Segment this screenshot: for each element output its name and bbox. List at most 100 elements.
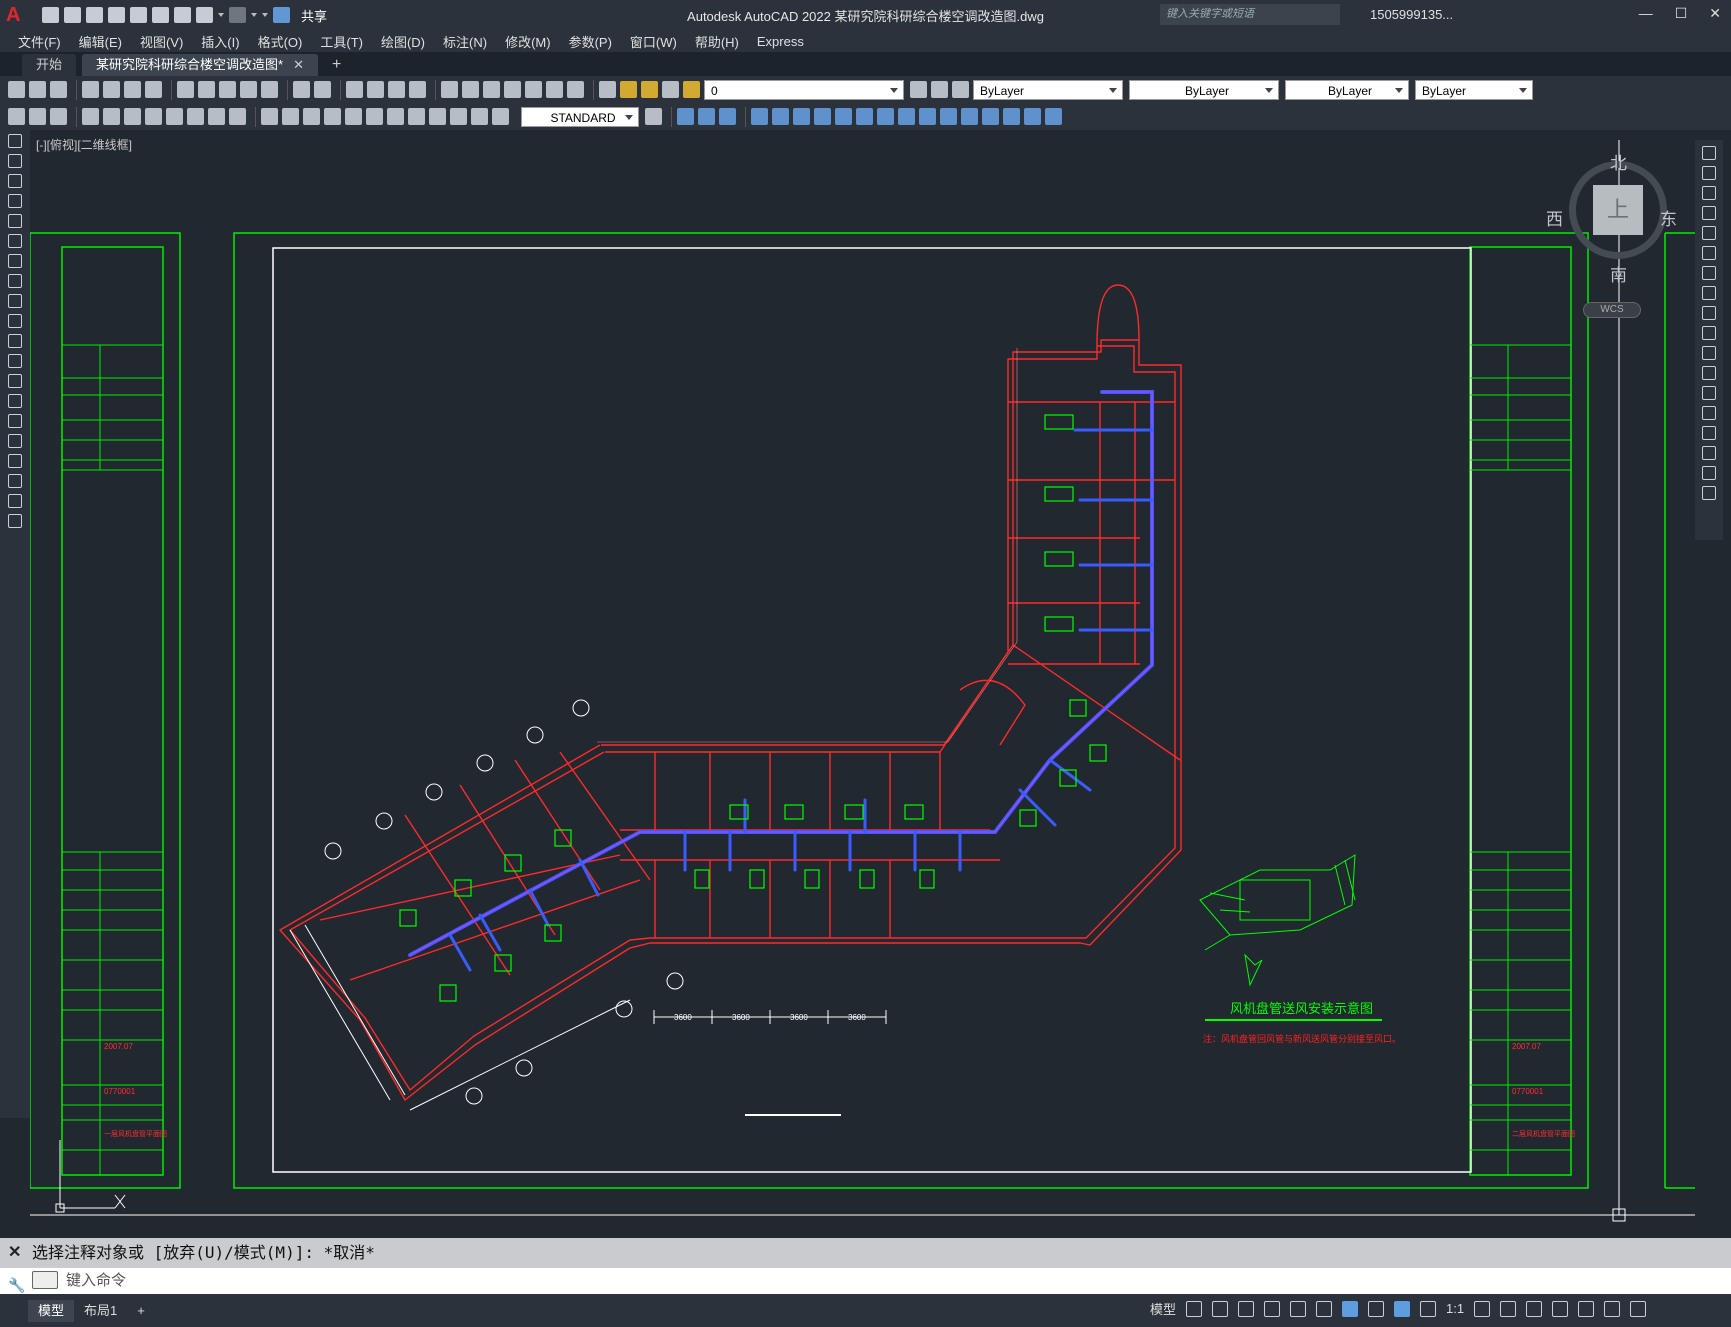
save-as-icon[interactable]	[108, 7, 125, 23]
region-icon[interactable]	[8, 454, 22, 468]
units-icon[interactable]	[1526, 1300, 1543, 1317]
join-tb-icon[interactable]	[982, 108, 999, 125]
markup-icon[interactable]	[525, 81, 542, 98]
chamfer-icon[interactable]	[1702, 426, 1716, 440]
tolerance-icon[interactable]	[366, 108, 383, 125]
trim-icon[interactable]	[1702, 326, 1716, 340]
mirror-icon[interactable]	[1702, 186, 1716, 200]
center-mark-icon[interactable]	[387, 108, 404, 125]
add-layout-icon[interactable]: +	[127, 1300, 155, 1322]
layer-vp-icon[interactable]	[662, 81, 679, 98]
zoom-window-icon[interactable]	[388, 81, 405, 98]
join-icon[interactable]	[1702, 406, 1716, 420]
isodraft-icon[interactable]	[1290, 1300, 1307, 1317]
offset-icon[interactable]	[1702, 206, 1716, 220]
mirror-tb-icon[interactable]	[793, 108, 810, 125]
block-icon[interactable]	[8, 374, 22, 388]
polar-icon[interactable]	[1264, 1300, 1281, 1317]
menu-item-12[interactable]: Express	[757, 34, 804, 49]
dimstyle-select[interactable]: STANDARD	[521, 106, 639, 127]
dim-angular-icon[interactable]	[229, 108, 246, 125]
save-icon[interactable]	[86, 7, 103, 23]
menu-item-6[interactable]: 绘图(D)	[381, 32, 425, 51]
menu-item-10[interactable]: 窗口(W)	[630, 32, 677, 51]
menu-item-4[interactable]: 格式(O)	[258, 32, 303, 51]
new-tab-icon[interactable]: +	[332, 54, 341, 76]
open-icon[interactable]	[29, 81, 46, 98]
preview-icon[interactable]	[103, 81, 120, 98]
viewcube-face-top[interactable]: 上	[1593, 185, 1643, 235]
explode-icon[interactable]	[1702, 486, 1716, 500]
dim-space-icon[interactable]	[324, 108, 341, 125]
layer-state-icon[interactable]	[952, 81, 969, 98]
menu-item-1[interactable]: 编辑(E)	[79, 32, 122, 51]
clean-screen-icon[interactable]	[1604, 1300, 1621, 1317]
break-icon[interactable]	[1702, 386, 1716, 400]
move-icon[interactable]	[1702, 246, 1716, 260]
break-at-point-icon[interactable]	[1702, 366, 1716, 380]
print-icon[interactable]	[82, 81, 99, 98]
command-line[interactable]: 🔧 键入命令	[0, 1268, 1731, 1294]
maximize-icon[interactable]: ☐	[1675, 5, 1688, 22]
line-icon[interactable]	[8, 134, 22, 148]
array-tb-icon[interactable]	[835, 108, 852, 125]
layer-manager-icon[interactable]	[599, 81, 616, 98]
dim-break-icon[interactable]	[345, 108, 362, 125]
make-block-icon[interactable]	[29, 108, 46, 125]
lineweight-icon[interactable]	[1368, 1300, 1385, 1317]
break-tb-icon[interactable]	[961, 108, 978, 125]
linetype-select[interactable]: ByLayer	[1129, 79, 1279, 100]
new-file-icon[interactable]	[42, 7, 59, 23]
model-space-button[interactable]: 模型	[1150, 1299, 1176, 1318]
jogged-linear-icon[interactable]	[429, 108, 446, 125]
viewcube[interactable]: 上 北 南 东 西	[1546, 154, 1677, 285]
fillet-tb-icon[interactable]	[1024, 108, 1041, 125]
object-snap-icon[interactable]	[1342, 1300, 1359, 1317]
ellipse-arc-icon[interactable]	[8, 334, 22, 348]
annotation-scale-add-icon[interactable]	[1500, 1300, 1517, 1317]
menu-item-2[interactable]: 视图(V)	[140, 32, 183, 51]
stretch-tb-icon[interactable]	[898, 108, 915, 125]
inspect-icon[interactable]	[408, 108, 425, 125]
layer-select[interactable]: 0	[704, 79, 904, 100]
menu-item-5[interactable]: 工具(T)	[320, 32, 363, 51]
circle-icon[interactable]	[8, 254, 22, 268]
share-label[interactable]: 共享	[301, 6, 327, 25]
pan-icon[interactable]	[346, 81, 363, 98]
command-close-icon[interactable]: ✕	[8, 1238, 21, 1268]
grid-icon[interactable]	[1186, 1300, 1203, 1317]
mtext-icon[interactable]	[8, 494, 22, 508]
ucs-world-icon[interactable]	[698, 108, 715, 125]
trim-tb-icon[interactable]	[919, 108, 936, 125]
3dprint-icon[interactable]	[145, 81, 162, 98]
dim-edit-icon[interactable]	[450, 108, 467, 125]
zoom-previous-icon[interactable]	[409, 81, 426, 98]
annotation-monitor-icon[interactable]	[1394, 1300, 1411, 1317]
hatch-icon[interactable]	[8, 414, 22, 428]
properties-icon[interactable]	[441, 81, 458, 98]
compass-north[interactable]: 北	[1610, 149, 1627, 174]
redo-dropdown-icon[interactable]	[251, 13, 257, 17]
zoom-realtime-icon[interactable]	[367, 81, 384, 98]
insert-block-icon[interactable]	[8, 108, 25, 125]
gradient-icon[interactable]	[8, 434, 22, 448]
add-selected-icon[interactable]	[8, 514, 22, 528]
compass-east[interactable]: 东	[1660, 205, 1677, 230]
undo-tb-icon[interactable]	[293, 81, 310, 98]
user-account[interactable]: 1505999135...	[1370, 7, 1453, 22]
undo-icon[interactable]	[196, 7, 213, 23]
recent-commands-icon[interactable]	[32, 1271, 58, 1289]
ellipse-icon[interactable]	[8, 314, 22, 328]
tab-drawing[interactable]: 某研究院科研综合楼空调改造图* ✕	[82, 54, 318, 76]
extend-tb-icon[interactable]	[940, 108, 957, 125]
close-icon[interactable]: ✕	[1709, 5, 1721, 22]
spline-icon[interactable]	[8, 294, 22, 308]
ucs-previous-icon[interactable]	[719, 108, 736, 125]
dim-style-icon[interactable]	[645, 108, 662, 125]
cut-icon[interactable]	[177, 81, 194, 98]
menu-item-7[interactable]: 标注(N)	[443, 32, 487, 51]
polygon-icon[interactable]	[8, 194, 22, 208]
save-web-icon[interactable]	[152, 7, 169, 23]
annotation-scale[interactable]: 1:1	[1446, 1301, 1464, 1316]
designcenter-icon[interactable]	[462, 81, 479, 98]
